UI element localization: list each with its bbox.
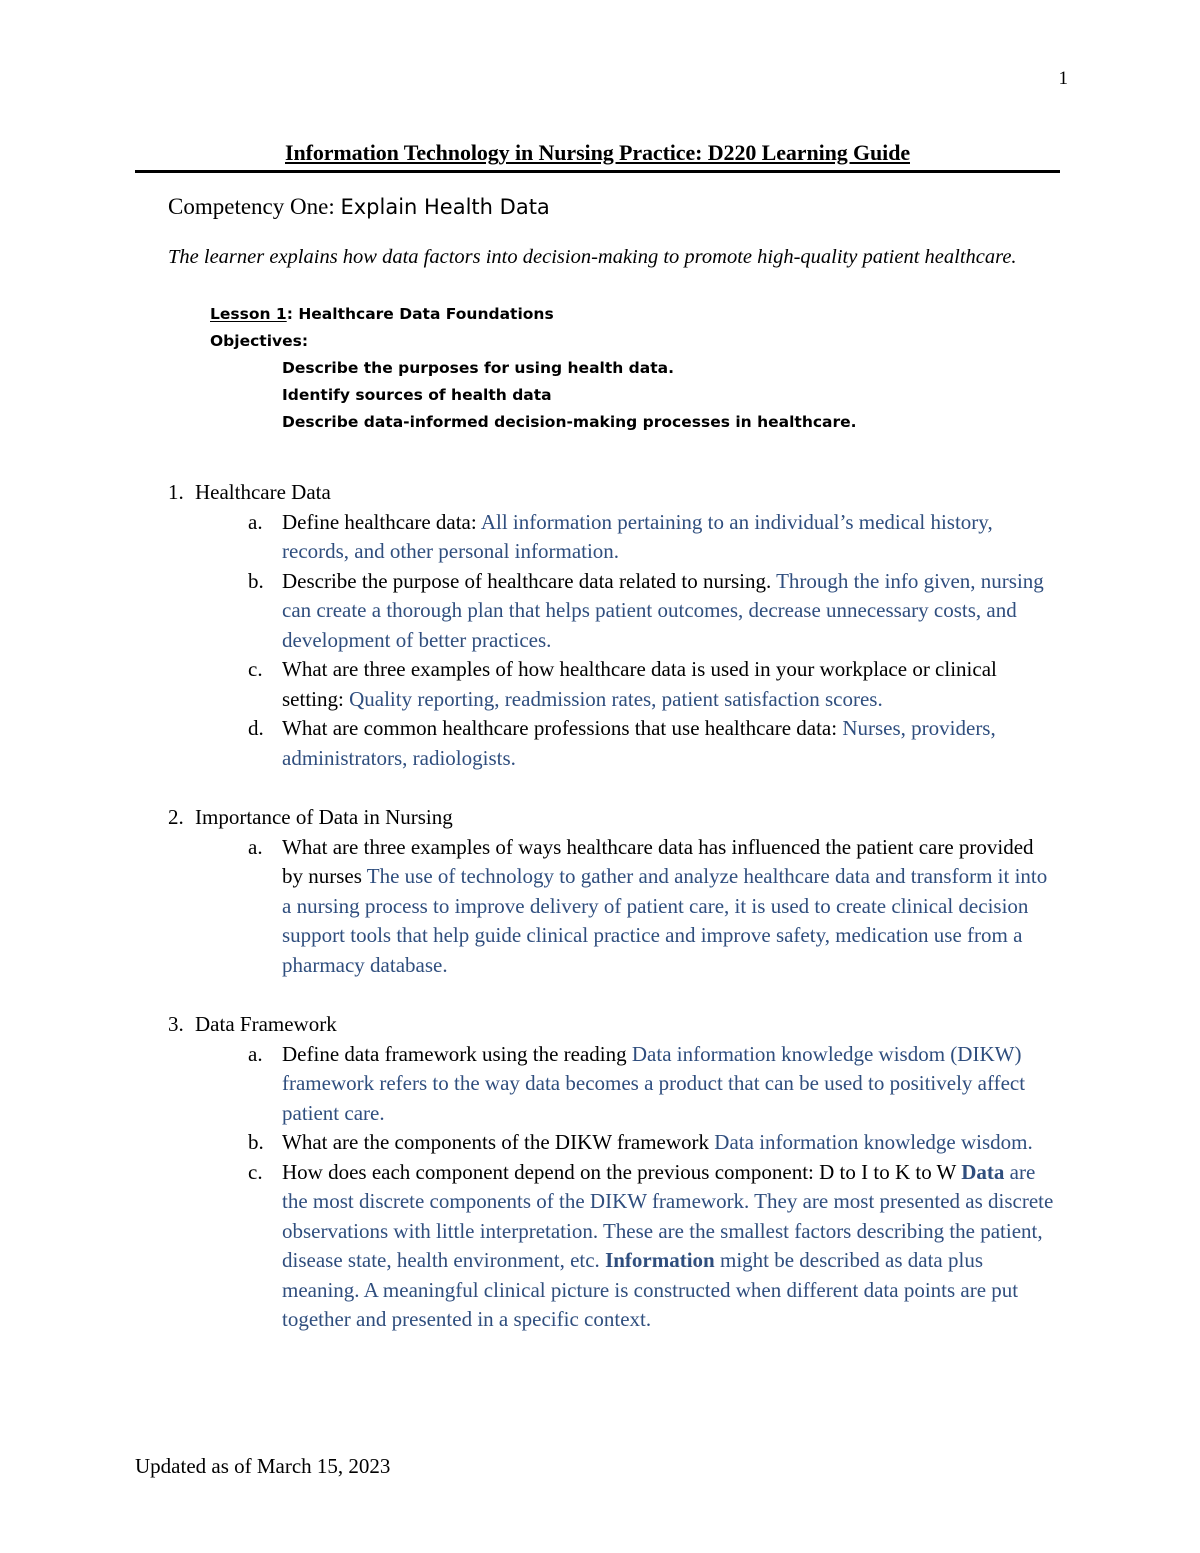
- lesson-line: Lesson 1: Healthcare Data Foundations: [210, 301, 1058, 328]
- sub-item-marker: a.: [248, 1041, 263, 1066]
- sub-item-marker: d.: [248, 716, 264, 740]
- sub-item-marker: a.: [248, 509, 263, 534]
- objective-item: Describe the purposes for using health d…: [282, 359, 674, 377]
- answer-text: The use of technology to gather and anal…: [282, 864, 1048, 977]
- section-number: 2.: [168, 805, 184, 829]
- sub-item: a. Define healthcare data: All informati…: [248, 508, 1058, 567]
- learner-statement: The learner explains how data factors in…: [168, 246, 1017, 268]
- objective-item: Describe data-informed decision-making p…: [282, 413, 857, 431]
- section-number: 3.: [168, 1012, 184, 1036]
- outline-section: 1. Healthcare Data: [168, 478, 1058, 508]
- document-body: Competency One: Explain Health Data The …: [168, 192, 1058, 1335]
- lesson-label: Lesson 1: [210, 305, 287, 323]
- question-text: Describe the purpose of healthcare data …: [282, 568, 777, 593]
- lesson-title: : Healthcare Data Foundations: [286, 305, 554, 323]
- sub-item-marker: c.: [248, 657, 263, 681]
- section-title: Data Framework: [195, 1012, 337, 1036]
- question-text: What are common healthcare professions t…: [282, 716, 843, 740]
- section-number: 1.: [168, 480, 184, 504]
- document-footer: Updated as of March 15, 2023: [135, 1454, 391, 1478]
- sub-item-marker: a.: [248, 834, 263, 859]
- sub-item: a. Define data framework using the readi…: [248, 1040, 1058, 1129]
- competency-label: Competency One:: [168, 194, 335, 219]
- answer-term-data: Data: [961, 1159, 1005, 1184]
- document-header: Information Technology in Nursing Practi…: [135, 140, 1060, 173]
- question-text: What are the components of the DIKW fram…: [282, 1130, 715, 1154]
- question-text: Define data framework using the reading: [282, 1041, 632, 1066]
- answer-text: Quality reporting, readmission rates, pa…: [349, 686, 883, 711]
- outline-section: 2. Importance of Data in Nursing: [168, 803, 1058, 833]
- question-text: How does each component depend on the pr…: [282, 1159, 962, 1184]
- sub-item-marker: b.: [248, 1130, 264, 1154]
- sub-item: a. What are three examples of ways healt…: [248, 833, 1058, 981]
- document-header-title: Information Technology in Nursing Practi…: [285, 140, 910, 165]
- sub-item-marker: b.: [248, 568, 264, 593]
- sub-item: d. What are common healthcare profession…: [248, 714, 1058, 773]
- objective-item: Identify sources of health data: [282, 386, 552, 404]
- competency-value: Explain Health Data: [340, 195, 550, 219]
- sub-item-list: a. What are three examples of ways healt…: [248, 833, 1058, 981]
- objective-items: Describe the purposes for using health d…: [282, 355, 1058, 436]
- document-page: 1 Information Technology in Nursing Prac…: [0, 0, 1200, 1553]
- sub-item-list: a. Define data framework using the readi…: [248, 1040, 1058, 1335]
- section-title: Healthcare Data: [195, 480, 331, 504]
- sub-item: b. What are the components of the DIKW f…: [248, 1128, 1058, 1158]
- question-text: Define healthcare data:: [282, 509, 481, 534]
- objectives-heading: Objectives:: [210, 332, 309, 350]
- answer-text: Data information knowledge wisdom.: [714, 1130, 1033, 1154]
- outline-list: 1. Healthcare Data a. Define healthcare …: [168, 478, 1058, 1335]
- objectives-block: Lesson 1: Healthcare Data Foundations Ob…: [210, 301, 1058, 436]
- section-title: Importance of Data in Nursing: [195, 805, 453, 829]
- competency-heading: Competency One: Explain Health Data: [168, 192, 1058, 222]
- sub-item: b. Describe the purpose of healthcare da…: [248, 567, 1058, 656]
- sub-item: c. What are three examples of how health…: [248, 655, 1058, 714]
- answer-text: Data are the most discrete components of…: [282, 1160, 1053, 1332]
- sub-item-list: a. Define healthcare data: All informati…: [248, 508, 1058, 774]
- sub-item: c. How does each component depend on the…: [248, 1158, 1058, 1335]
- answer-term-information: Information: [605, 1248, 715, 1272]
- outline-section: 3. Data Framework: [168, 1010, 1058, 1040]
- page-number: 1: [1058, 68, 1069, 89]
- sub-item-marker: c.: [248, 1159, 263, 1184]
